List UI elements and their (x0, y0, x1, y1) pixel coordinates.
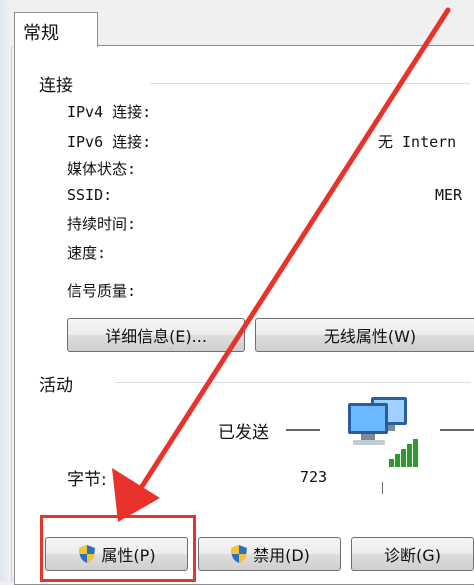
computers-network-icon (345, 395, 430, 475)
wireless-properties-button[interactable]: 无线属性(W) (255, 318, 474, 352)
bytes-label: 字节: (67, 470, 107, 490)
connection-group-line (150, 83, 470, 84)
connection-group-title: 连接 (39, 76, 73, 96)
sent-label: 已发送 (218, 423, 269, 443)
disable-button-label: 禁用(D) (253, 546, 310, 565)
duration-label: 持续时间: (67, 215, 137, 233)
received-dash (440, 429, 474, 431)
wireless-properties-button-label: 无线属性(W) (323, 327, 417, 346)
ipv4-label: IPv4 连接: (67, 103, 152, 121)
disable-button[interactable]: 禁用(D) (198, 537, 341, 571)
bytes-sent-value: 723 (300, 468, 328, 486)
general-panel (14, 45, 474, 585)
diagnose-button-label: 诊断(G) (384, 546, 441, 565)
sent-dash (286, 429, 320, 431)
signal-quality-label: 信号质量: (67, 282, 137, 300)
ipv6-label: IPv6 连接: (67, 133, 152, 151)
ssid-value: MER (435, 186, 463, 204)
tab-general-label: 常规 (23, 23, 59, 44)
details-button[interactable]: 详细信息(E)... (67, 318, 245, 352)
uac-shield-icon (229, 544, 249, 564)
media-state-label: 媒体状态: (67, 160, 137, 178)
annotation-highlight-box (40, 515, 196, 582)
activity-group-title: 活动 (39, 376, 73, 396)
speed-label: 速度: (67, 244, 107, 262)
activity-divider (382, 482, 383, 494)
details-button-label: 详细信息(E)... (105, 327, 207, 346)
activity-group-line (115, 382, 470, 383)
diagnose-button[interactable]: 诊断(G) (351, 537, 474, 571)
ipv6-value: 无 Intern (378, 133, 457, 151)
tab-general[interactable]: 常规 (14, 12, 98, 47)
window-edge (0, 0, 12, 582)
ssid-label: SSID: (67, 186, 113, 204)
